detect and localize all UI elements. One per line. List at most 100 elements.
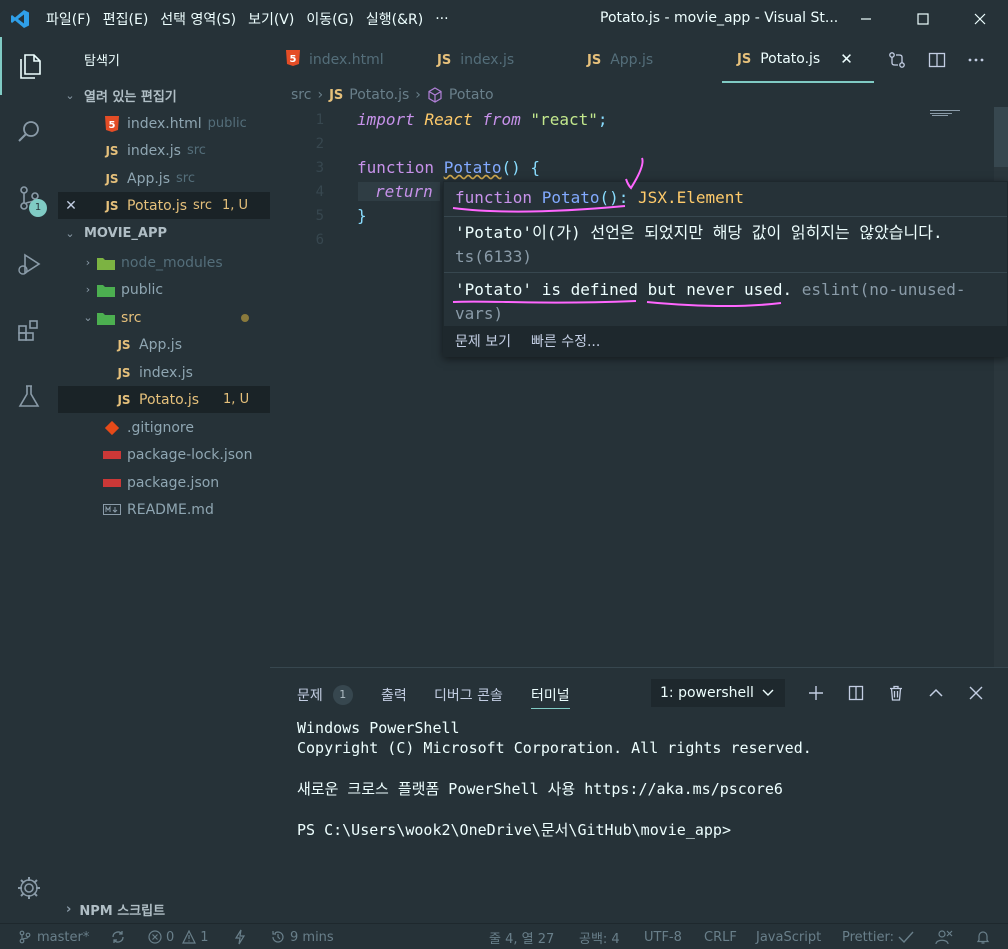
extensions-button[interactable] bbox=[0, 301, 58, 359]
quick-fix-link[interactable]: 빠른 수정... bbox=[531, 331, 600, 351]
tree-folder-public[interactable]: › public bbox=[58, 276, 270, 303]
maximize-panel-button[interactable] bbox=[922, 679, 950, 707]
warning-icon bbox=[182, 930, 197, 944]
terminal-line: Copyright (C) Microsoft Corporation. All… bbox=[297, 739, 812, 757]
more-actions-button[interactable] bbox=[961, 37, 991, 83]
prettier-item[interactable]: Prettier: bbox=[842, 924, 914, 949]
close-icon[interactable]: ✕ bbox=[840, 50, 853, 68]
open-editor-item[interactable]: 5 index.html public bbox=[58, 110, 270, 137]
menu-file[interactable]: 파일(F) bbox=[40, 9, 97, 29]
tab-index-html[interactable]: 5 index.html bbox=[286, 37, 384, 83]
tree-file[interactable]: JS App.js bbox=[58, 331, 270, 358]
manage-button[interactable] bbox=[0, 859, 58, 917]
feedback-button[interactable] bbox=[935, 924, 953, 949]
editor-tabs: 5 index.html JS index.js JS App.js JS Po… bbox=[270, 37, 1008, 83]
kill-terminal-button[interactable] bbox=[882, 679, 910, 707]
maximize-button[interactable] bbox=[895, 0, 951, 37]
source-control-button[interactable] bbox=[0, 169, 58, 227]
person-feedback-icon bbox=[935, 930, 953, 945]
tab-problems[interactable]: 문제 1 bbox=[297, 681, 353, 709]
problems-item[interactable]: 0 1 bbox=[148, 924, 209, 949]
tab-debug-console[interactable]: 디버그 콘솔 bbox=[434, 681, 503, 709]
js-icon: JS bbox=[117, 392, 131, 407]
chevron-right-icon: › bbox=[415, 87, 421, 103]
run-debug-button[interactable] bbox=[0, 235, 58, 293]
minimize-button[interactable] bbox=[838, 0, 894, 37]
tab-app-js[interactable]: JS App.js bbox=[587, 37, 653, 83]
close-window-button[interactable] bbox=[952, 0, 1008, 37]
time-item[interactable]: 9 mins bbox=[270, 924, 334, 949]
line-number: 2 bbox=[315, 136, 324, 152]
hover-tooltip: function Potato(): JSX.Element 'Potato'이… bbox=[443, 181, 1008, 357]
breadcrumb-file[interactable]: Potato.js bbox=[349, 87, 409, 103]
terminal-line: 새로운 크로스 플랫폼 PowerShell 사용 https://aka.ms… bbox=[297, 780, 783, 798]
minimap[interactable] bbox=[930, 107, 990, 117]
code-line: } bbox=[357, 206, 367, 225]
npm-icon bbox=[102, 478, 122, 487]
split-icon bbox=[848, 685, 864, 701]
tree-file[interactable]: README.md bbox=[58, 496, 270, 523]
tree-file[interactable]: package.json bbox=[58, 469, 270, 496]
menu-run[interactable]: 실행(&R) bbox=[360, 9, 429, 29]
tab-terminal[interactable]: 터미널 bbox=[531, 681, 570, 709]
project-header[interactable]: ⌄ MOVIE_APP bbox=[58, 220, 270, 247]
open-editor-item[interactable]: JS index.js src bbox=[58, 137, 270, 164]
tree-file[interactable]: package-lock.json bbox=[58, 441, 270, 468]
menu-more[interactable]: ··· bbox=[429, 11, 454, 27]
open-editor-item[interactable]: JS App.js src bbox=[58, 165, 270, 192]
chevron-right-icon: › bbox=[317, 87, 324, 103]
compare-button[interactable] bbox=[882, 37, 912, 83]
hover-ts-message: 'Potato'이(가) 선언은 되었지만 해당 값이 읽히지는 않았습니다. … bbox=[455, 223, 943, 266]
folder-public-icon bbox=[96, 283, 116, 297]
tree-folder-src[interactable]: ⌄ src bbox=[58, 304, 270, 331]
terminal-prompt[interactable]: PS C:\Users\wook2\OneDrive\문서\GitHub\mov… bbox=[297, 819, 731, 840]
line-ending[interactable]: CRLF bbox=[704, 924, 737, 949]
history-icon bbox=[272, 931, 284, 943]
search-button[interactable] bbox=[0, 103, 58, 161]
sync-button[interactable] bbox=[110, 924, 126, 949]
html5-icon: 5 bbox=[286, 50, 300, 70]
branch-item[interactable]: master* bbox=[18, 924, 89, 949]
view-problem-link[interactable]: 문제 보기 bbox=[455, 331, 511, 351]
open-editor-item-active[interactable]: ✕ JS Potato.js src 1, U bbox=[58, 192, 270, 219]
bottom-panel: 문제 1 출력 디버그 콘솔 터미널 1: powershell Windows… bbox=[270, 667, 1008, 923]
hover-eslint-message: 'Potato' is defined but never used. esli… bbox=[455, 280, 966, 323]
cursor-position[interactable]: 줄 4, 열 27 bbox=[489, 924, 554, 949]
maximize-icon bbox=[917, 12, 929, 25]
activity-bar: 1 bbox=[0, 37, 58, 923]
split-terminal-button[interactable] bbox=[842, 679, 870, 707]
split-editor-button[interactable] bbox=[922, 37, 952, 83]
tab-index-js[interactable]: JS index.js bbox=[437, 37, 514, 83]
close-icon[interactable]: ✕ bbox=[58, 198, 84, 214]
close-panel-button[interactable] bbox=[962, 679, 990, 707]
language-mode[interactable]: JavaScript bbox=[756, 924, 821, 949]
status-bar: master* 0 1 9 mins 줄 4, 열 27 공백: 4 UTF-8… bbox=[0, 923, 1008, 949]
open-editors-header[interactable]: ⌄ 열려 있는 편집기 bbox=[58, 82, 270, 109]
scrollbar-thumb[interactable] bbox=[994, 107, 1008, 167]
flask-icon bbox=[18, 385, 40, 407]
breadcrumb-folder[interactable]: src bbox=[291, 87, 311, 103]
menu-view[interactable]: 보기(V) bbox=[242, 9, 300, 29]
git-icon bbox=[102, 420, 122, 435]
breadcrumb-symbol[interactable]: Potato bbox=[449, 87, 494, 103]
testing-button[interactable] bbox=[0, 367, 58, 425]
tree-folder-node-modules[interactable]: › node_modules bbox=[58, 249, 270, 276]
new-terminal-button[interactable] bbox=[802, 679, 830, 707]
tab-potato-js[interactable]: JS Potato.js ✕ bbox=[722, 37, 874, 83]
ellipsis-icon bbox=[968, 58, 984, 62]
encoding[interactable]: UTF-8 bbox=[644, 924, 682, 949]
menu-selection[interactable]: 선택 영역(S) bbox=[154, 9, 242, 29]
terminal-line: Windows PowerShell bbox=[297, 719, 460, 737]
notifications-button[interactable] bbox=[975, 924, 991, 949]
tree-file[interactable]: .gitignore bbox=[58, 414, 270, 441]
terminal-select[interactable]: 1: powershell bbox=[651, 679, 785, 707]
menu-go[interactable]: 이동(G) bbox=[300, 9, 360, 29]
tab-output[interactable]: 출력 bbox=[381, 681, 407, 709]
indentation[interactable]: 공백: 4 bbox=[579, 924, 620, 949]
menu-edit[interactable]: 편집(E) bbox=[97, 9, 155, 29]
npm-scripts-header[interactable]: › NPM 스크립트 bbox=[58, 895, 270, 923]
explorer-button[interactable] bbox=[0, 37, 58, 95]
tree-file[interactable]: JS index.js bbox=[58, 359, 270, 386]
lightning-item[interactable] bbox=[234, 924, 246, 949]
tree-file-active[interactable]: JS Potato.js 1, U bbox=[58, 386, 270, 413]
